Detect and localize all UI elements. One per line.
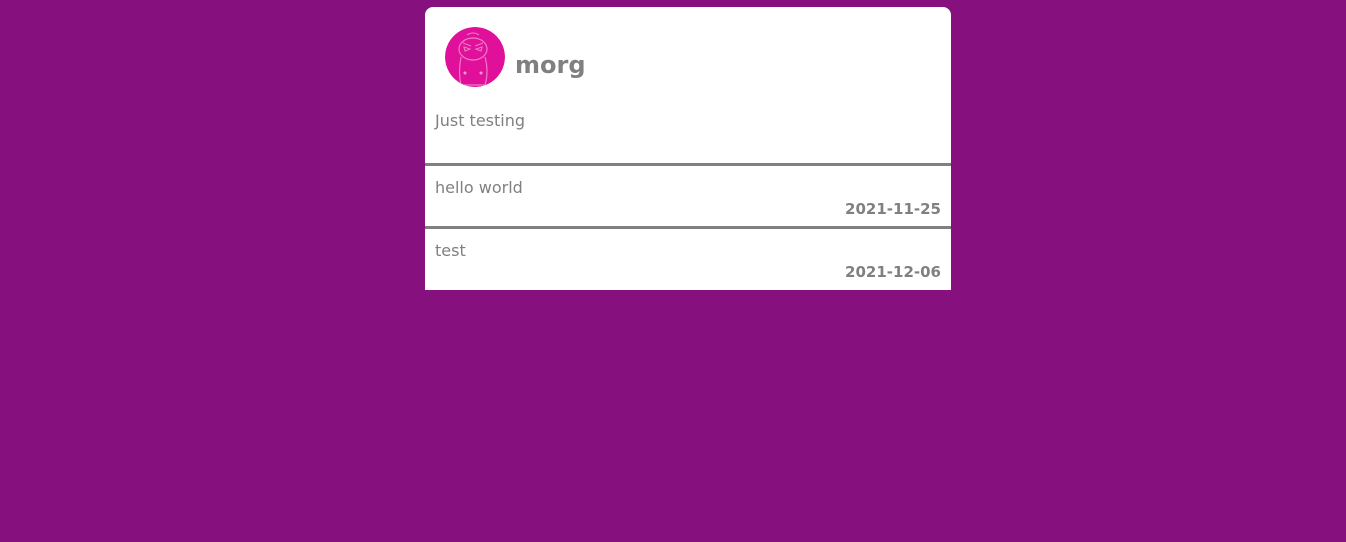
post-item[interactable]: test 2021-12-06 <box>425 229 951 289</box>
profile-bio: Just testing <box>435 111 526 130</box>
post-text: test <box>435 241 466 260</box>
post-date: 2021-12-06 <box>845 263 941 281</box>
cartoon-face-icon <box>445 27 505 87</box>
post-date: 2021-11-25 <box>845 200 941 218</box>
username: morg <box>515 51 586 79</box>
post-text: hello world <box>435 178 523 197</box>
profile-card: morg Just testing hello world 2021-11-25… <box>425 7 951 290</box>
avatar[interactable] <box>445 27 505 87</box>
post-item[interactable]: hello world 2021-11-25 <box>425 166 951 226</box>
profile-header: morg Just testing <box>425 7 951 163</box>
